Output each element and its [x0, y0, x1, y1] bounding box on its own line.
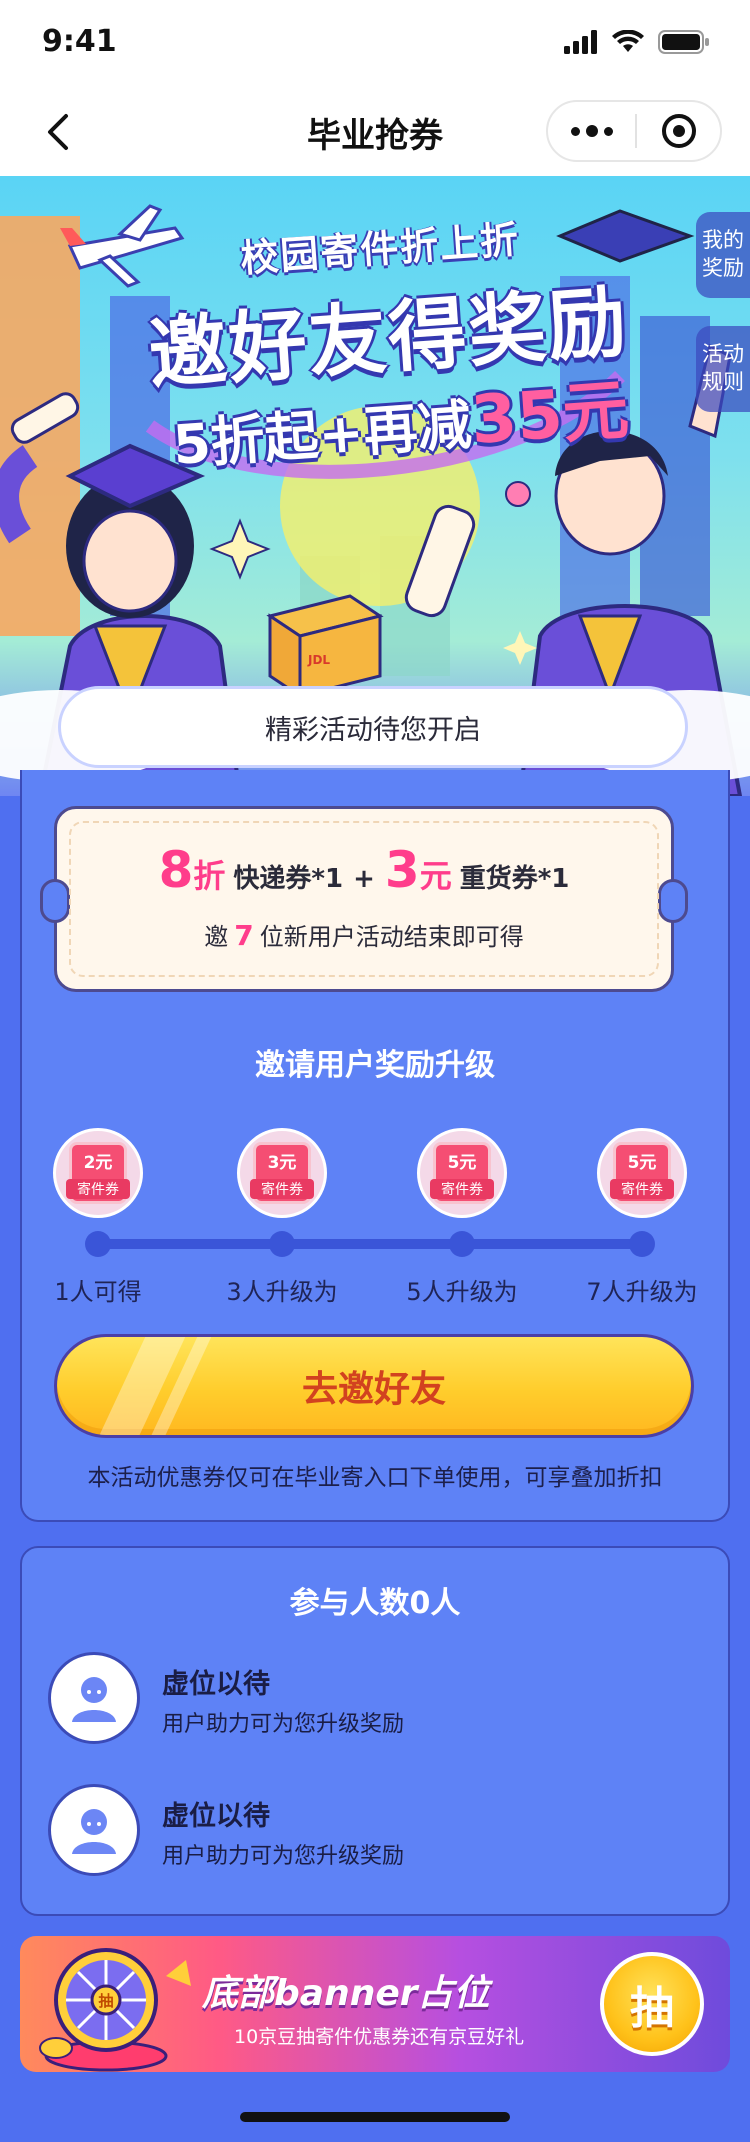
coupon-icon: 5元 寄件券 [430, 1142, 494, 1204]
progress-track [98, 1239, 644, 1249]
more-dot-icon [570, 126, 580, 136]
wheel-center-label: 抽 [98, 1992, 113, 2010]
participant-desc: 用户助力可为您升级奖励 [162, 1712, 405, 1737]
invite-count: 7 [234, 919, 254, 952]
discount-unit: 折 [193, 857, 226, 895]
status-icons [564, 30, 710, 54]
my-rewards-button[interactable]: 我的 奖励 [696, 212, 750, 298]
tier-1-text: 1人可得 [54, 1278, 142, 1306]
participant-name: 虚位以待 [162, 1801, 270, 1832]
cash-number: 3 [384, 841, 420, 899]
status-bar: 9:41 [0, 0, 750, 88]
prize-wheel-icon: 抽 [39, 1948, 191, 2072]
draw-button[interactable]: 抽 [600, 1952, 704, 2056]
home-indicator [240, 2112, 510, 2122]
avatar [48, 1652, 140, 1744]
invite-suffix: 位新用户活动结束即可得 [259, 923, 524, 951]
tier-3-amount: 5元 [447, 1153, 477, 1173]
discount-number: 8 [158, 841, 194, 899]
activity-rules-label-line1: 活动 [702, 342, 744, 366]
tier-4-label: 寄件券 [610, 1179, 674, 1199]
jdl-package-illustration: JDL [266, 594, 384, 699]
cash-coupon-name: 重货券*1 [459, 864, 570, 894]
invite-prefix: 邀 [204, 923, 229, 951]
tier-4-amount: 5元 [627, 1153, 657, 1173]
participant-name: 虚位以待 [162, 1669, 270, 1700]
status-time: 9:41 [42, 24, 117, 59]
more-dot-icon [603, 126, 613, 136]
tier-2-amount: 3元 [267, 1153, 297, 1173]
bottom-lottery-banner[interactable]: 抽 底部banner占位 10京豆抽寄件优惠券还有京豆好礼 抽 [20, 1936, 730, 2072]
my-rewards-label-line2: 奖励 [702, 256, 744, 280]
usage-notice: 本活动优惠券仅可在毕业寄入口下单使用，可享叠加折扣 [87, 1465, 663, 1491]
button-shine [96, 1337, 186, 1435]
tier-2-text: 3人升级为 [226, 1278, 338, 1306]
plus-sign: + [353, 864, 375, 894]
tier-3-coupon-icon: 5元 寄件券 [417, 1128, 507, 1218]
activity-rules-label-line2: 规则 [702, 370, 744, 394]
tier-3-label: 寄件券 [430, 1179, 494, 1199]
participant-row: 虚位以待 用户助力可为您升级奖励 [48, 1780, 688, 1880]
target-icon [661, 114, 696, 148]
banner-title: 底部banner占位 [202, 1973, 490, 2014]
tier-2-label: 寄件券 [250, 1179, 314, 1199]
participant-row: 虚位以待 用户助力可为您升级奖励 [48, 1648, 688, 1748]
nav-bar: 毕业抢券 [0, 88, 750, 176]
coupon-condition: 邀 7 位新用户活动结束即可得 [57, 917, 671, 952]
battery-icon [658, 30, 709, 54]
progress-node-2 [269, 1231, 295, 1257]
tier-1-label: 寄件券 [66, 1179, 130, 1199]
invite-button-label: 去邀好友 [301, 1369, 446, 1410]
coupon-icon: 5元 寄件券 [610, 1142, 674, 1204]
progress-node-4 [629, 1231, 655, 1257]
banner-subtitle: 10京豆抽寄件优惠券还有京豆好礼 [234, 2026, 525, 2048]
hero-offer-amount: 35元 [468, 371, 632, 459]
coupon-icon: 2元 寄件券 [66, 1142, 130, 1204]
tier-1-coupon-icon: 2元 寄件券 [53, 1128, 143, 1218]
tier-4-coupon-icon: 5元 寄件券 [597, 1128, 687, 1218]
wifi-icon [612, 30, 644, 52]
cloud-caption: 精彩活动待您开启 [58, 686, 688, 768]
cash-unit: 元 [419, 857, 452, 895]
invite-friends-button[interactable]: 去邀好友 [54, 1334, 694, 1438]
svg-text:JDL: JDL [307, 653, 330, 667]
signal-icon [564, 30, 597, 54]
mini-program-capsule [546, 100, 722, 162]
discount-coupon-name: 快递券*1 [233, 864, 344, 894]
user-placeholder-icon [72, 1809, 116, 1854]
progress-node-1 [85, 1231, 111, 1257]
hero-offer-prefix: 5折起+再减 [171, 393, 474, 477]
avatar [48, 1784, 140, 1876]
close-miniprogram-button[interactable] [637, 102, 720, 160]
more-dot-icon [585, 125, 598, 137]
coupon-ticket: 8折 快递券*1 +3元 重货券*1 邀 7 位新用户活动结束即可得 [40, 806, 688, 992]
user-placeholder-icon [72, 1677, 116, 1722]
coupon-offer: 8折 快递券*1 +3元 重货券*1 [57, 841, 671, 899]
participants-title: 参与人数0人 [289, 1586, 461, 1621]
my-rewards-label-line1: 我的 [702, 228, 744, 252]
tier-4-text: 7人升级为 [586, 1278, 698, 1306]
tier-2-coupon-icon: 3元 寄件券 [237, 1128, 327, 1218]
tier-3-text: 5人升级为 [406, 1278, 518, 1306]
participant-desc: 用户助力可为您升级奖励 [162, 1844, 405, 1869]
coupon-icon: 3元 寄件券 [250, 1142, 314, 1204]
upgrade-title: 邀请用户奖励升级 [255, 1048, 495, 1083]
activity-rules-button[interactable]: 活动 规则 [696, 326, 750, 412]
tier-1-amount: 2元 [83, 1153, 113, 1173]
more-button[interactable] [548, 102, 635, 160]
progress-node-3 [449, 1231, 475, 1257]
